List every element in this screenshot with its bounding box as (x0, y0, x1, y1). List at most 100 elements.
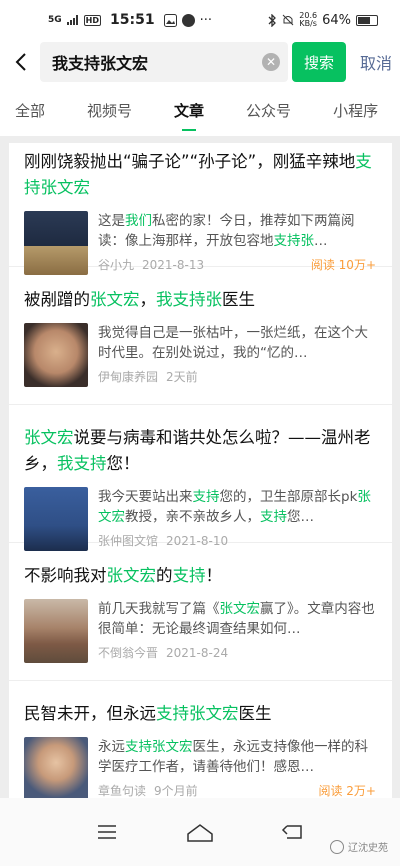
article-meta: 伊甸康养园 2天前 (98, 368, 376, 385)
snippet-text: 我觉得自己是一张枯叶，一张烂纸，在这个大时代里。在别处说过，我的“忆的… (98, 325, 368, 361)
snippet-text: 这是 (98, 213, 125, 229)
article-source[interactable]: 谷小九 (98, 258, 134, 272)
home-icon[interactable] (180, 817, 220, 847)
tab-articles[interactable]: 文章 (174, 100, 204, 131)
article-meta-left: 伊甸康养园 2天前 (98, 368, 198, 385)
snippet-text: … (314, 233, 328, 249)
article-body: 我觉得自己是一张枯叶，一张烂纸，在这个大时代里。在别处说过，我的“忆的… 伊甸康养… (24, 323, 376, 387)
watermark: 辽沈史苑 (330, 839, 388, 854)
snippet-highlight: 我们 (125, 213, 152, 229)
article-meta: 章鱼句读 9个月前 阅读 2万+ (98, 782, 376, 799)
snippet-highlight: 支持 (192, 489, 220, 505)
landscape-thumbnail (24, 599, 88, 663)
mute-icon (282, 14, 294, 26)
title-text: 刚刚饶毅抛出“骗子论”“孙子论”，刚猛辛辣地 (24, 152, 356, 171)
article-date: 2天前 (166, 370, 198, 384)
article-item[interactable]: 刚刚饶毅抛出“骗子论”“孙子论”，刚猛辛辣地支持张文宏这是我们私密的家！今日，推… (9, 143, 392, 275)
system-nav-bar: 辽沈史苑 (0, 798, 400, 866)
article-title[interactable]: 刚刚饶毅抛出“骗子论”“孙子论”，刚猛辛辣地支持张文宏 (24, 143, 376, 201)
wechat-watermark-icon (330, 839, 344, 854)
hd-indicator: HD (83, 14, 101, 26)
signal-indicator: 5G (48, 15, 62, 25)
article-date: 9个月前 (154, 784, 198, 798)
snippet-text: 我今天要站出来 (98, 489, 193, 505)
title-text: 医生 (238, 704, 272, 723)
tab-mini-programs[interactable]: 小程序 (333, 100, 378, 121)
clear-icon[interactable]: ✕ (261, 53, 280, 71)
net-speed: 20.6 KB/s (299, 12, 317, 28)
watermark-text: 辽沈史苑 (348, 843, 388, 854)
menu-icon[interactable] (87, 817, 127, 847)
article-title[interactable]: 张文宏说要与病毒和谐共处怎么啦？——温州老乡，我支持您！ (24, 405, 376, 477)
article-item[interactable]: 不影响我对张文宏的支持！ 前几天我就写了篇《张文宏赢了》。文章内容也很简单：无论最… (9, 543, 392, 681)
title-highlight: 支持 (172, 566, 206, 585)
article-item[interactable]: 张文宏说要与病毒和谐共处怎么啦？——温州老乡，我支持您！ 我今天要站出来支持您的，… (9, 405, 392, 551)
bluetooth-icon (268, 13, 277, 27)
snippet-highlight: 支持张文宏 (125, 739, 193, 755)
article-source[interactable]: 不倒翁今晋 (98, 646, 158, 660)
tab-official-accounts[interactable]: 公众号 (246, 100, 291, 121)
article-body: 我今天要站出来支持您的，卫生部原部长pk张文宏教授，亲不亲故乡人，支持您… 张仲图… (24, 487, 376, 551)
status-bar: 5G HD 15:51 ··· 20.6 KB/s 64% (0, 0, 400, 40)
tab-all[interactable]: 全部 (15, 100, 45, 121)
cancel-button[interactable]: 取消 (360, 50, 392, 74)
article-item[interactable]: 被剐蹭的张文宏，我支持张医生 我觉得自己是一张枯叶，一张烂纸，在这个大时代里。在别… (9, 267, 392, 405)
snippet-highlight: 支持张 (273, 233, 315, 249)
title-highlight: 我支持 (57, 454, 107, 473)
tab-channels[interactable]: 视频号 (87, 100, 132, 121)
article-info: 前几天我就写了篇《张文宏赢了》。文章内容也很简单：无论最终调查结果如何… 不倒翁今… (98, 599, 376, 663)
portrait-thumbnail (24, 211, 88, 275)
search-query[interactable]: 我支持张文宏 (52, 50, 262, 74)
title-highlight: 我支持张 (156, 290, 222, 309)
title-highlight: 张文宏 (106, 566, 157, 585)
status-time: 15:51 (110, 12, 155, 28)
article-snippet: 永远支持张文宏医生，永远支持像他一样的科学医疗工作者，请善待他们！感恩… (98, 737, 376, 777)
article-source[interactable]: 张仲图文馆 (98, 534, 158, 548)
article-meta: 谷小九 2021-8-13 阅读 10万+ (98, 256, 376, 273)
article-meta: 张仲图文馆 2021-8-10 (98, 532, 376, 549)
article-title[interactable]: 民智未开，但永远支持张文宏医生 (24, 681, 376, 727)
article-info: 我觉得自己是一张枯叶，一张烂纸，在这个大时代里。在别处说过，我的“忆的… 伊甸康养… (98, 323, 376, 387)
notification-more-icon: ··· (199, 12, 212, 28)
portrait-thumbnail-2 (24, 737, 88, 801)
article-meta-left: 章鱼句读 9个月前 (98, 782, 198, 799)
article-snippet: 前几天我就写了篇《张文宏赢了》。文章内容也很简单：无论最终调查结果如何… (98, 599, 376, 639)
article-date: 2021-8-24 (166, 646, 229, 660)
face-closeup-thumbnail (24, 323, 88, 387)
title-text: 民智未开，但永远 (24, 704, 156, 723)
article-info: 永远支持张文宏医生，永远支持像他一样的科学医疗工作者，请善待他们！感恩… 章鱼句读… (98, 737, 376, 801)
article-info: 这是我们私密的家！今日，推荐如下两篇阅读：像上海那样，开放包容地支持张… 谷小九 2… (98, 211, 376, 275)
press-conference-thumbnail (24, 487, 88, 551)
status-right: 20.6 KB/s 64% (268, 12, 378, 28)
article-body: 这是我们私密的家！今日，推荐如下两篇阅读：像上海那样，开放包容地支持张… 谷小九 2… (24, 211, 376, 275)
results-list: 刚刚饶毅抛出“骗子论”“孙子论”，刚猛辛辣地支持张文宏 这是我们私密的家！今日，推… (9, 143, 392, 819)
search-header: 我支持张文宏 ✕ 搜索 取消 (0, 40, 400, 84)
title-highlight: 支持张文宏 (156, 704, 239, 723)
search-button[interactable]: 搜索 (291, 42, 346, 82)
article-source[interactable]: 章鱼句读 (98, 784, 146, 798)
title-text: 被剐蹭的 (24, 290, 90, 309)
snippet-text: 教授，亲不亲故乡人， (125, 509, 260, 525)
article-body: 永远支持张文宏医生，永远支持像他一样的科学医疗工作者，请善待他们！感恩… 章鱼句读… (24, 737, 376, 801)
title-text: ， (139, 290, 157, 309)
title-highlight: 张文宏 (24, 428, 74, 447)
back-nav-icon[interactable] (273, 817, 313, 847)
back-icon[interactable] (10, 51, 32, 73)
title-highlight: 张文宏 (90, 290, 140, 309)
article-snippet: 这是我们私密的家！今日，推荐如下两篇阅读：像上海那样，开放包容地支持张… (98, 211, 376, 251)
article-source[interactable]: 伊甸康养园 (98, 370, 158, 384)
image-notification-icon (163, 13, 177, 27)
snippet-text: 您的，卫生部原部长pk (219, 489, 358, 505)
snippet-text: 永远 (98, 739, 125, 755)
title-text: ！ (205, 566, 223, 585)
search-results: 刚刚饶毅抛出“骗子论”“孙子论”，刚猛辛辣地支持张文宏 这是我们私密的家！今日，推… (9, 143, 392, 833)
article-snippet: 我今天要站出来支持您的，卫生部原部长pk张文宏教授，亲不亲故乡人，支持您… (98, 487, 376, 527)
title-text: 的 (156, 566, 173, 585)
category-tabs: 全部 视频号 文章 公众号 小程序 直播 (0, 84, 400, 136)
article-read-count: 阅读 10万+ (310, 258, 376, 272)
article-date: 2021-8-13 (142, 258, 205, 272)
search-input[interactable]: 我支持张文宏 ✕ (40, 42, 288, 82)
snippet-text: 您… (287, 509, 314, 525)
status-left: 5G HD 15:51 ··· (48, 12, 212, 28)
snippet-highlight: 支持 (260, 509, 287, 525)
